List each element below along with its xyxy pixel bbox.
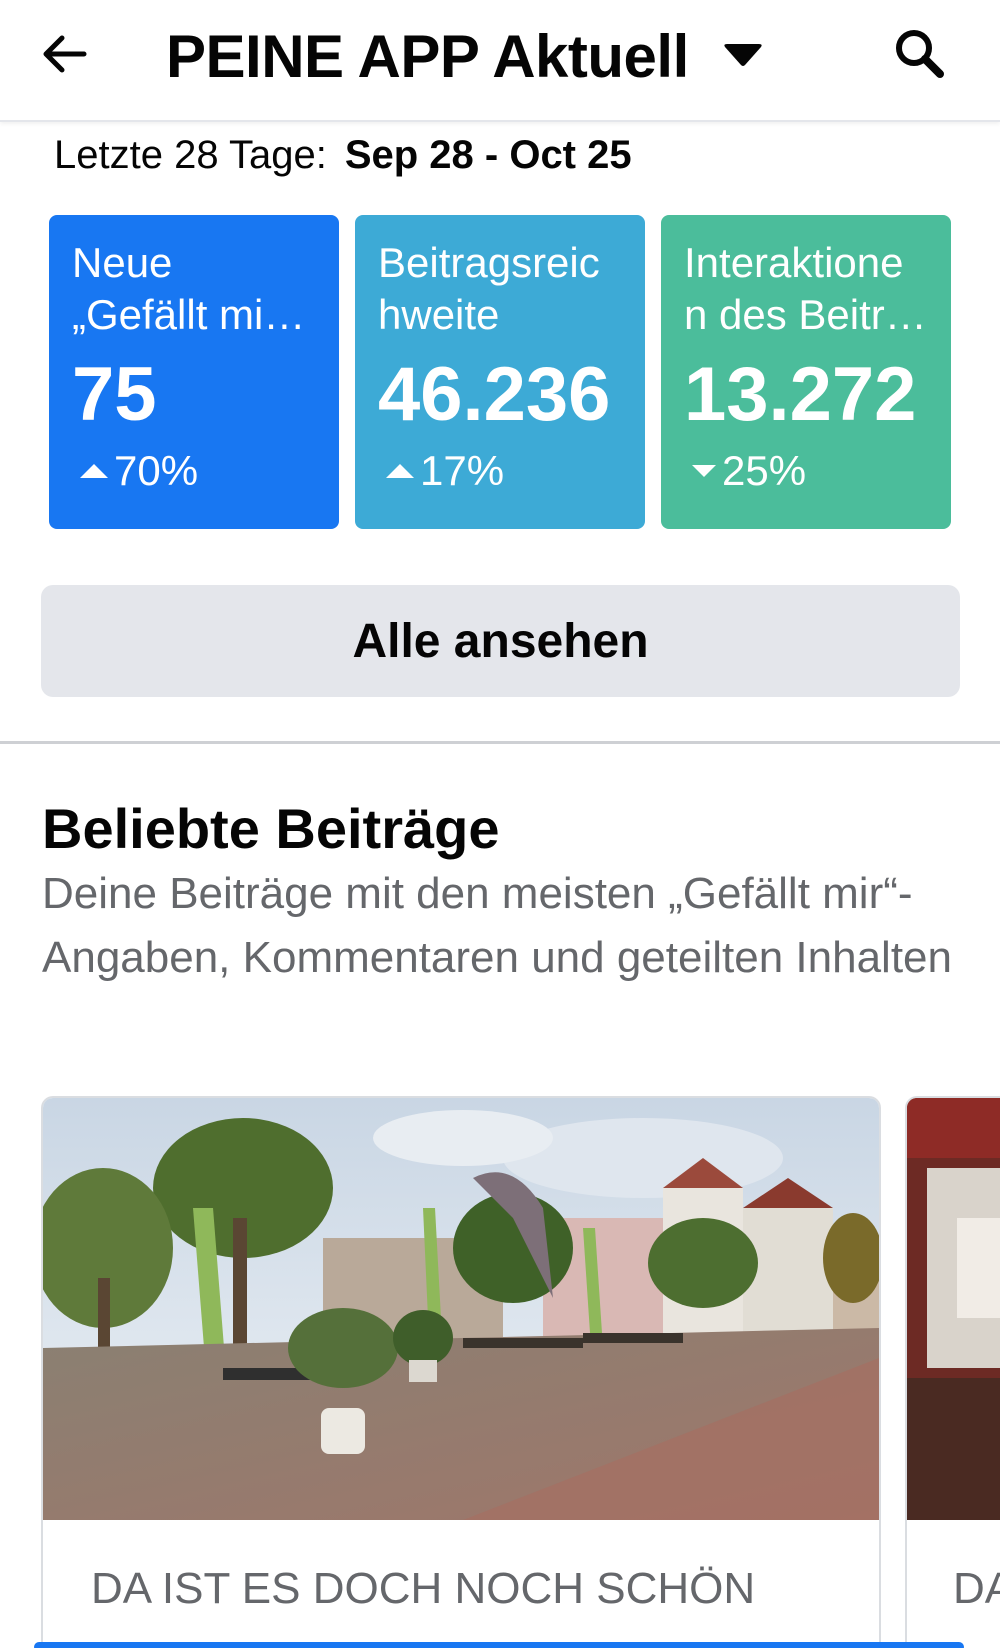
trend-up-icon (80, 464, 108, 478)
metric-value: 75 (72, 352, 157, 437)
metric-card-post-reach[interactable]: Beitragsreic hweite 46.236 17% (355, 215, 645, 529)
metric-delta: 70% (72, 447, 339, 495)
metric-value: 13.272 (684, 352, 917, 437)
arrow-left-icon (43, 35, 87, 73)
popular-posts-title: Beliebte Beiträge (42, 797, 500, 860)
post-card[interactable]: DA IST ES DOCH NOCH SCHÖN (41, 1096, 881, 1648)
date-range-value: Sep 28 - Oct 25 (344, 132, 632, 177)
metric-label: Interaktione n des Beitr… (684, 239, 927, 338)
page-selector[interactable]: PEINE APP Aktuell (166, 20, 763, 92)
metric-label: Neue „Gefällt mi… (72, 239, 306, 338)
metric-label: Beitragsreic hweite (378, 239, 600, 338)
trend-down-icon (692, 465, 716, 477)
post-card[interactable]: DA (905, 1096, 1000, 1648)
popular-posts-description: Deine Beiträge mit den meisten „Gefällt … (42, 869, 952, 982)
metric-value: 46.236 (378, 352, 611, 437)
section-divider (0, 741, 1000, 744)
post-image (43, 1098, 879, 1520)
see-all-button[interactable]: Alle ansehen (41, 585, 960, 697)
metric-card-new-likes[interactable]: Neue „Gefällt mi… 75 70% (49, 215, 339, 529)
trend-up-icon (386, 464, 414, 478)
metric-card-post-interactions[interactable]: Interaktione n des Beitr… 13.272 25% (661, 215, 951, 529)
date-range: Letzte 28 Tage: Sep 28 - Oct 25 (54, 128, 632, 182)
metric-delta-value: 25% (722, 447, 807, 494)
page-title: PEINE APP Aktuell (166, 22, 689, 90)
date-range-label: Letzte 28 Tage: (54, 132, 327, 177)
bottom-action-bar (34, 1642, 964, 1648)
post-caption: DA (953, 1564, 1000, 1613)
post-caption: DA IST ES DOCH NOCH SCHÖN (91, 1564, 756, 1613)
metric-delta: 25% (684, 447, 951, 495)
metric-cards: Neue „Gefällt mi… 75 70% Beitragsreic hw… (49, 215, 951, 529)
metric-delta-value: 70% (114, 447, 199, 494)
top-app-bar: PEINE APP Aktuell (0, 0, 1000, 122)
back-button[interactable] (36, 26, 92, 82)
caret-down-icon (724, 44, 762, 66)
metric-delta-value: 17% (420, 447, 505, 494)
search-icon (896, 30, 944, 78)
metric-delta: 17% (378, 447, 645, 495)
search-button[interactable] (888, 22, 950, 84)
post-image (907, 1098, 1000, 1520)
